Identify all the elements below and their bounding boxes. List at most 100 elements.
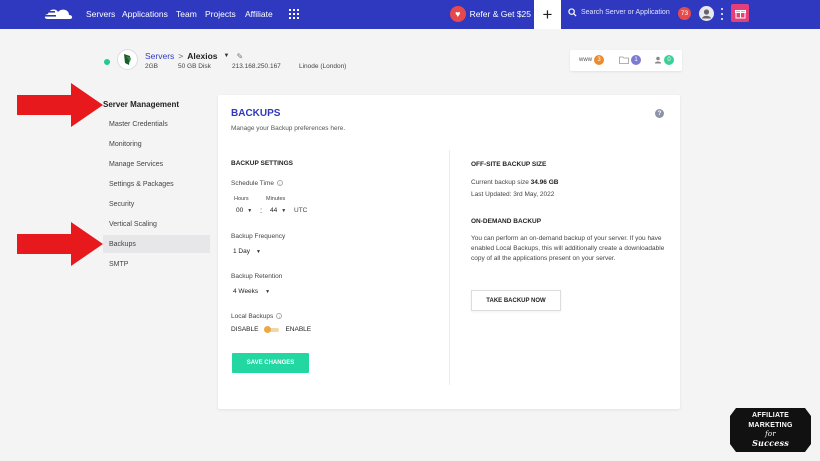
stat-users[interactable]: 0 (654, 55, 674, 65)
users-count: 0 (664, 55, 674, 65)
timezone-label: UTC (294, 207, 308, 214)
sidebar-item-smtp[interactable]: SMTP (103, 255, 210, 273)
annotation-arrow-icon (17, 83, 103, 127)
nav-servers[interactable]: Servers (86, 9, 115, 19)
watermark-line-4: Success (752, 438, 789, 448)
nav-team[interactable]: Team (176, 9, 197, 19)
hours-label: Hours (234, 196, 249, 202)
caret-down-icon: ▼ (281, 207, 287, 214)
take-backup-button[interactable]: TAKE BACKUP NOW (471, 290, 561, 311)
watermark-line-1: AFFILIATE (751, 412, 790, 419)
page-title: BACKUPS (231, 108, 281, 119)
nav-projects[interactable]: Projects (205, 9, 236, 19)
sidebar-item-master-credentials[interactable]: Master Credentials (103, 115, 210, 133)
current-size-row: Current backup size 34.96 GB (471, 179, 558, 186)
search-input[interactable]: Search Server or Application (568, 8, 670, 17)
info-icon[interactable]: i (276, 313, 283, 320)
column-divider (449, 150, 450, 385)
schedule-time-label: Schedule Time i (231, 180, 283, 187)
help-icon[interactable]: ? (655, 109, 664, 118)
current-size-value: 34.96 GB (530, 179, 559, 186)
sidebar-item-settings-packages[interactable]: Settings & Packages (103, 175, 210, 193)
users-icon (654, 56, 662, 64)
local-backups-row: DISABLE ENABLE (231, 326, 311, 333)
backups-card: BACKUPS Manage your Backup preferences h… (218, 95, 680, 409)
user-icon (702, 9, 711, 19)
retention-select[interactable]: 4 Weeks ▼ (233, 288, 270, 295)
backup-settings-heading: BACKUP SETTINGS (231, 160, 293, 167)
minutes-select[interactable]: 44 ▼ (270, 207, 286, 214)
add-button[interactable]: + (534, 0, 561, 29)
nav-applications[interactable]: Applications (122, 9, 168, 19)
edit-icon[interactable]: ✎ (236, 52, 243, 61)
server-status-dot (104, 59, 110, 65)
page-subtitle: Manage your Backup preferences here. (231, 125, 346, 132)
gift-icon[interactable] (731, 4, 749, 22)
sidebar-title: Server Management (103, 100, 180, 109)
avatar[interactable] (699, 6, 714, 21)
server-disk: 50 GB Disk (178, 63, 211, 70)
nav-affiliate[interactable]: Affiliate (245, 9, 273, 19)
breadcrumb: Servers > Alexios ▼ ✎ (145, 51, 243, 61)
frequency-select[interactable]: 1 Day ▼ (233, 248, 261, 255)
stat-folders[interactable]: 1 (619, 55, 641, 65)
watermark-line-2: MARKETING (748, 422, 793, 429)
enable-label: ENABLE (285, 326, 312, 333)
server-stats: www 3 1 0 (570, 50, 682, 71)
annotation-arrow-icon (17, 222, 103, 266)
offsite-size-heading: OFF-SITE BACKUP SIZE (471, 161, 547, 168)
more-menu-icon[interactable] (721, 8, 724, 20)
search-placeholder: Search Server or Application (581, 9, 670, 16)
watermark-line-3: for (765, 430, 776, 438)
local-backups-label: Local Backups i (231, 313, 283, 320)
caret-down-icon: ▼ (247, 207, 253, 214)
local-backups-text: Local Backups (231, 313, 274, 320)
search-icon (568, 8, 577, 17)
frequency-label: Backup Frequency (231, 233, 286, 240)
info-icon[interactable]: i (277, 180, 283, 187)
sidebar-item-backups[interactable]: Backups (103, 235, 210, 253)
save-changes-button[interactable]: SAVE CHANGES (232, 353, 309, 373)
ondemand-description: You can perform an on-demand backup of y… (471, 235, 665, 263)
sidebar-item-manage-services[interactable]: Manage Services (103, 155, 210, 173)
time-separator: : (260, 206, 263, 215)
retention-label: Backup Retention (231, 273, 283, 280)
refer-label: Refer & Get $25 (469, 9, 531, 19)
disable-label: DISABLE (231, 326, 259, 333)
minutes-value: 44 (270, 207, 278, 214)
breadcrumb-servers[interactable]: Servers (145, 51, 174, 61)
server-provider: Linode (London) (299, 63, 347, 70)
cloudways-logo[interactable] (43, 6, 75, 22)
caret-down-icon: ▼ (255, 248, 261, 255)
hours-value: 00 (236, 207, 244, 214)
current-size-label: Current backup size (471, 179, 529, 186)
watermark-logo: AFFILIATE MARKETING for Success (730, 408, 811, 452)
sidebar-item-vertical-scaling[interactable]: Vertical Scaling (103, 215, 210, 233)
retention-value: 4 Weeks (233, 288, 259, 295)
frequency-value: 1 Day (233, 248, 250, 255)
www-count: 3 (594, 55, 604, 65)
notification-badge[interactable]: 73 (678, 7, 691, 20)
server-provider-icon (117, 49, 138, 70)
ondemand-heading: ON-DEMAND BACKUP (471, 218, 542, 225)
heart-icon: ♥ (450, 6, 466, 22)
sidebar-item-monitoring[interactable]: Monitoring (103, 135, 210, 153)
schedule-time-text: Schedule Time (231, 180, 274, 187)
caret-down-icon: ▼ (265, 288, 271, 295)
stat-www[interactable]: www 3 (579, 55, 604, 65)
local-backups-toggle[interactable] (264, 326, 280, 333)
minutes-label: Minutes (266, 196, 286, 202)
refer-button[interactable]: ♥ Refer & Get $25 (450, 4, 531, 24)
hours-select[interactable]: 00 ▼ (236, 207, 252, 214)
breadcrumb-separator: > (178, 51, 184, 61)
www-icon: www (579, 57, 592, 63)
caret-down-icon[interactable]: ▼ (224, 53, 230, 59)
apps-grid-icon[interactable] (289, 9, 299, 19)
last-updated: Last Updated: 3rd May, 2022 (471, 191, 555, 198)
top-nav: Servers Applications Team Projects Affil… (0, 0, 820, 29)
server-ram: 2GB (145, 63, 159, 70)
server-name: Alexios (187, 51, 218, 61)
sidebar-item-security[interactable]: Security (103, 195, 210, 213)
server-ip: 213.168.250.167 (232, 63, 281, 70)
folder-count: 1 (631, 55, 641, 65)
